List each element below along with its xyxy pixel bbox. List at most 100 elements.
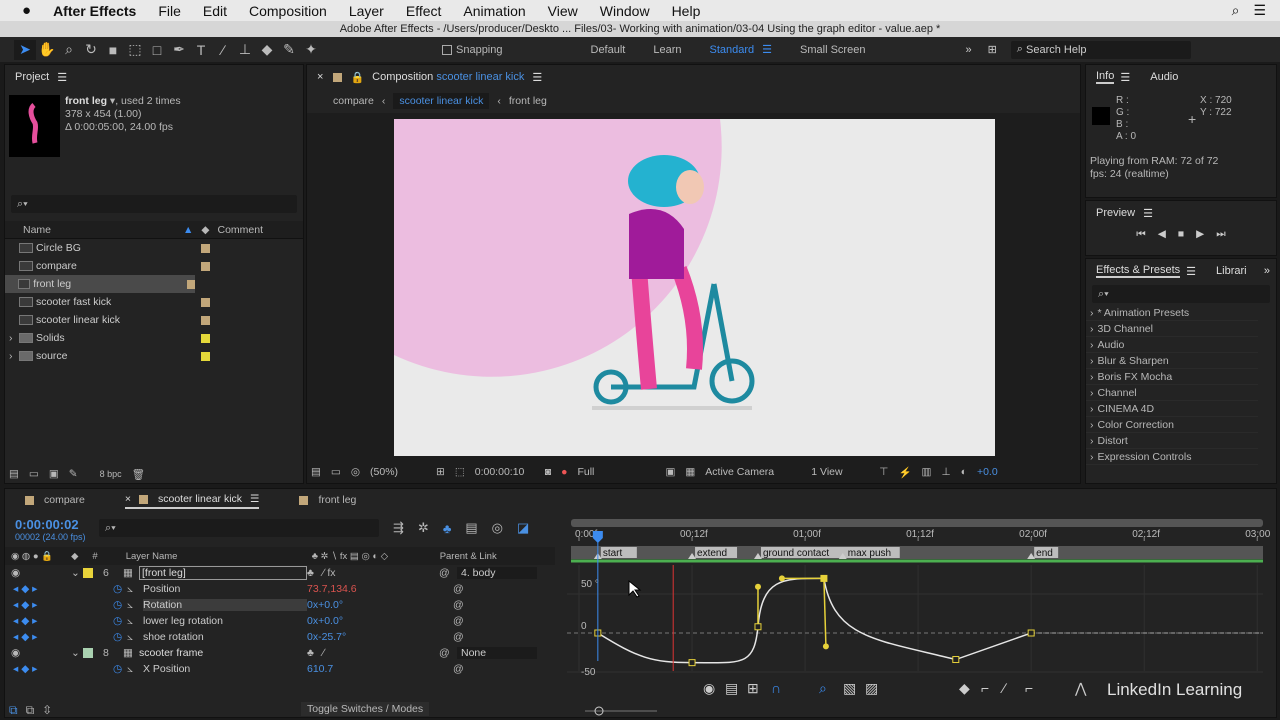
auto-zoom-icon[interactable]: ⌕ — [819, 680, 827, 696]
draft-3d-icon[interactable]: ✲ — [418, 520, 429, 536]
graph-icon[interactable]: ⦣ — [127, 583, 143, 596]
label-color[interactable] — [187, 279, 195, 289]
layer-row[interactable]: ◉ ⌄ 6 ▦ [front leg] ♣ ∕ fx @4. body — [5, 565, 555, 581]
pickwhip-icon[interactable]: @ — [453, 599, 464, 611]
zoom-dropdown[interactable]: (50%) — [370, 466, 426, 478]
marker-label[interactable]: end — [1036, 548, 1053, 559]
property-row[interactable]: ◂ ◆ ▸ ◷ ⦣ shoe rotation 0x-25.7° @ — [5, 629, 555, 645]
panel-menu-icon[interactable]: ☰ — [1143, 207, 1153, 220]
label-color[interactable] — [201, 261, 210, 271]
close-tab-icon[interactable]: × — [125, 493, 131, 505]
effects-category[interactable]: › Blur & Sharpen — [1086, 353, 1258, 369]
marker-label[interactable]: ground contact — [763, 548, 829, 559]
stopwatch-icon[interactable]: ◷ — [113, 599, 127, 611]
stamp-tool-icon[interactable]: ⊥ — [234, 40, 256, 60]
breadcrumb-front-leg[interactable]: front leg — [509, 95, 547, 107]
flowchart-icon[interactable]: ⊥ — [941, 466, 950, 478]
label-color[interactable] — [201, 243, 210, 253]
graph-icon[interactable]: ⦣ — [127, 615, 143, 628]
bezier-handle-point[interactable] — [778, 575, 785, 582]
project-item[interactable]: › Solids — [5, 329, 303, 347]
breadcrumb-compare[interactable]: compare — [333, 95, 374, 107]
parent-dropdown[interactable]: 4. body — [457, 567, 537, 579]
frame-blending-icon[interactable]: ▤ — [465, 520, 477, 536]
project-item[interactable]: front leg — [5, 275, 195, 293]
keyframe[interactable] — [820, 574, 828, 582]
panel-menu-icon[interactable]: ☰ — [250, 493, 259, 505]
trash-icon[interactable]: 🗑 — [132, 468, 145, 481]
hide-shy-layers-icon[interactable]: ♣ — [443, 521, 452, 536]
eraser-tool-icon[interactable]: ◆ — [256, 40, 278, 60]
label-icon[interactable]: ◆ — [201, 224, 209, 236]
property-value[interactable]: 610.7 — [307, 663, 453, 675]
transparency-grid-icon[interactable]: ▦ — [685, 466, 695, 478]
effects-search-input[interactable]: ⌕▾ — [1092, 285, 1270, 303]
project-item[interactable]: scooter linear kick — [5, 311, 303, 329]
property-row[interactable]: ◂ ◆ ▸ ◷ ⦣ Rotation 0x+0.0° @ — [5, 597, 555, 613]
search-help-input[interactable]: ⌕ Search Help — [1010, 40, 1191, 59]
fast-preview-icon[interactable]: ▣ — [665, 466, 675, 478]
label-color[interactable] — [201, 351, 210, 361]
label-color[interactable] — [201, 333, 210, 343]
panel-menu-icon[interactable]: ☰ — [532, 71, 542, 84]
comp-viewer[interactable] — [394, 119, 995, 456]
property-name[interactable]: lower leg rotation — [143, 615, 307, 627]
eye-icon[interactable]: ◉ — [11, 647, 71, 659]
tab-effects-presets[interactable]: Effects & Presets — [1096, 264, 1181, 278]
timeline-search-input[interactable]: ⌕▾ — [99, 519, 379, 537]
expand-arrow-icon[interactable]: › — [9, 332, 19, 344]
graph-icon[interactable]: ⦣ — [127, 599, 143, 612]
first-frame-icon[interactable]: ⏮ — [1136, 228, 1145, 241]
property-value[interactable]: 0x+0.0° — [307, 615, 453, 627]
snapshot-icon[interactable]: ◙ — [545, 466, 551, 478]
effects-category[interactable]: › Boris FX Mocha — [1086, 369, 1258, 385]
convert-hold-icon[interactable]: ⌐ — [981, 680, 989, 696]
properties-icon[interactable]: ▤ — [725, 680, 738, 696]
graph-icon[interactable]: ⦣ — [127, 663, 143, 676]
work-area-bar[interactable] — [571, 519, 1263, 527]
menu-help[interactable]: Help — [672, 3, 701, 19]
label-color[interactable] — [201, 297, 210, 307]
sort-ascending-icon[interactable]: ▲ — [183, 224, 193, 236]
workspace-small-screen[interactable]: Small Screen — [800, 44, 865, 56]
property-row[interactable]: ◂ ◆ ▸ ◷ ⦣ lower leg rotation 0x+0.0° @ — [5, 613, 555, 629]
bpc-button[interactable]: 8 bpc — [100, 469, 122, 479]
column-name[interactable]: Name — [23, 224, 183, 236]
property-value[interactable]: 0x-25.7° — [307, 631, 453, 643]
keyframe[interactable] — [952, 656, 960, 664]
project-item[interactable]: Circle BG — [5, 239, 303, 257]
label-color[interactable] — [83, 568, 93, 578]
roto-brush-icon[interactable]: ✎ — [278, 40, 300, 60]
layer-name[interactable]: scooter frame — [139, 647, 307, 659]
pen-tool-icon[interactable]: ✒ — [168, 40, 190, 60]
menu-window[interactable]: Window — [600, 3, 650, 19]
fast-previews-icon[interactable]: ⚡ — [898, 466, 911, 479]
selection-tool-icon[interactable]: ➤ — [14, 39, 36, 60]
ease-in-icon[interactable]: ⌐ — [1025, 680, 1033, 696]
camera-dropdown[interactable]: Active Camera — [705, 466, 801, 478]
label-color[interactable] — [83, 648, 93, 658]
brush-tool-icon[interactable]: ∕ — [212, 40, 234, 60]
parent-dropdown[interactable]: None — [457, 647, 537, 659]
bezier-handle-point[interactable] — [754, 583, 761, 590]
project-item[interactable]: › source — [5, 347, 303, 365]
current-time-display[interactable]: 0:00:00:02 — [15, 517, 86, 532]
tab-info[interactable]: Info — [1096, 70, 1115, 84]
roi-icon[interactable]: ⬚ — [455, 466, 465, 478]
pickwhip-icon[interactable]: @ — [453, 663, 464, 675]
panel-menu-icon[interactable]: ☰ — [1120, 71, 1130, 84]
timeline-icon[interactable]: ▥ — [922, 466, 932, 478]
close-tab-icon[interactable]: × — [317, 71, 323, 83]
sync-settings-icon[interactable]: ⊞ — [988, 43, 997, 56]
menu-animation[interactable]: Animation — [463, 3, 525, 19]
project-search-input[interactable]: ⌕▾ — [11, 195, 297, 213]
comp-tab-name[interactable]: scooter linear kick — [436, 71, 524, 83]
effects-category[interactable]: › Channel — [1086, 385, 1258, 401]
property-name[interactable]: shoe rotation — [143, 631, 307, 643]
workspace-default[interactable]: Default — [591, 44, 626, 56]
panel-menu-icon[interactable]: ☰ — [1186, 265, 1196, 278]
layer-row[interactable]: ◉ ⌄ 8 ▦ scooter frame ♣ ∕ @ None — [5, 645, 555, 661]
marker-label[interactable]: max push — [848, 548, 891, 559]
keyframe[interactable] — [1027, 629, 1035, 637]
graph-icon[interactable]: ⦣ — [127, 631, 143, 644]
